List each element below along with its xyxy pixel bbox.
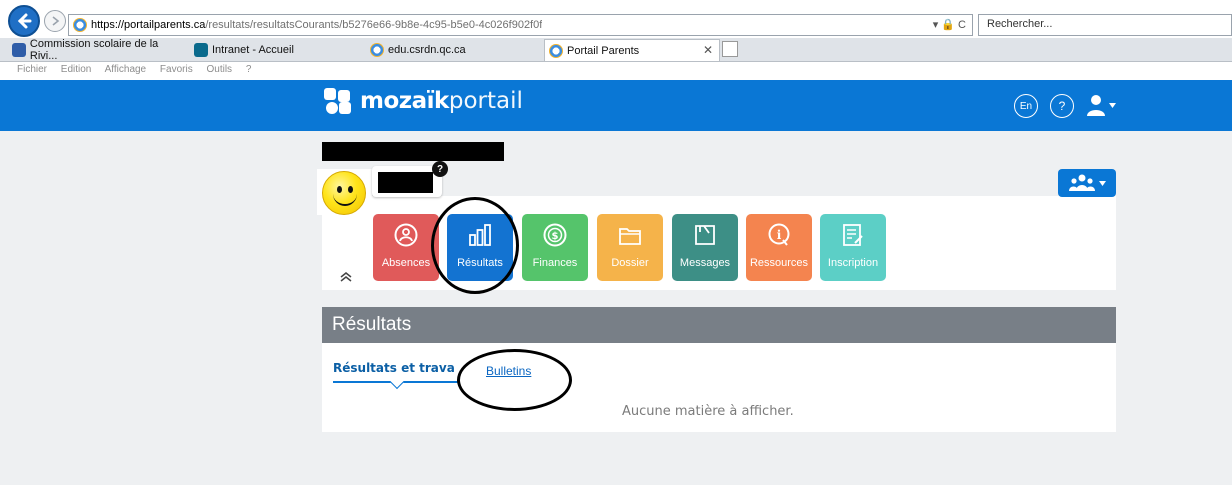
tile-label: Messages [679,257,731,269]
section-title: Résultats [322,307,1116,343]
tab-edu-csrdn[interactable]: edu.csrdn.qc.ca [366,39,542,61]
address-bar[interactable]: https://portailparents.ca/resultats/resu… [68,14,973,36]
ie-icon [73,18,87,32]
tab-portail-parents[interactable]: Portail Parents ✕ [544,39,720,61]
ie-icon [549,43,563,58]
tile-dossier[interactable]: Dossier [597,214,663,281]
help-button[interactable]: ? [1050,94,1074,118]
menu-help[interactable]: ? [246,64,252,75]
arrow-right-icon [52,16,60,26]
mozaik-logo-icon [324,88,352,114]
user-menu-button[interactable] [1086,94,1116,116]
ie-icon [370,43,384,57]
annotation-circle-resultats [431,197,519,294]
caret-down-icon [1109,102,1116,108]
url-text: https://portailparents.ca/resultats/resu… [91,19,543,31]
family-switch-button[interactable] [1058,169,1116,197]
student-help-badge[interactable]: ? [432,161,448,177]
resources-icon: i [767,223,791,247]
arrow-left-icon [17,13,32,29]
user-icon [1087,95,1105,116]
tile-label: Absences [381,257,431,269]
collapse-tiles-icon[interactable] [340,272,352,285]
menu-favoris[interactable]: Favoris [160,64,193,75]
menu-edition[interactable]: Edition [61,64,92,75]
tab-intranet[interactable]: Intranet - Accueil [190,39,360,61]
tile-absences[interactable]: Absences [373,214,439,281]
tab-commission-scolaire[interactable]: Commission scolaire de la Rivi... [8,38,188,62]
tab-label: Commission scolaire de la Rivi... [29,38,159,62]
student-avatar[interactable] [322,171,366,215]
logo-text-bold: mozaïk [360,88,449,114]
message-icon [693,223,717,247]
forward-button[interactable] [44,10,66,32]
mozaik-logo[interactable]: mozaïk portail [324,88,523,114]
annotation-circle-bulletins [457,349,572,411]
tab-label: edu.csrdn.qc.ca [388,44,466,56]
caret-down-icon [1098,180,1106,186]
tab-label: Intranet - Accueil [212,44,294,56]
tile-messages[interactable]: Messages [672,214,738,281]
url-controls[interactable]: ▾ 🔒 C [933,18,966,31]
tile-label: Inscription [827,257,879,269]
svg-text:i: i [777,228,782,242]
logo-text-light: portail [448,88,523,114]
sharepoint-icon [194,43,208,57]
avatar-mouth [333,192,357,206]
portal-header: mozaïk portail En ? [0,80,1232,131]
browser-tabs: Commission scolaire de la Rivi... Intran… [0,38,1232,62]
student-name-redacted [378,172,433,193]
new-tab-button[interactable] [722,41,738,57]
svg-text:$: $ [552,231,559,242]
parent-name-redacted [322,142,504,161]
close-tab-icon[interactable]: ✕ [703,43,713,57]
dollar-icon: $ [543,223,567,247]
folder-icon [618,223,642,247]
search-input[interactable]: Rechercher... [978,14,1232,36]
back-button[interactable] [8,5,40,37]
menu-affichage[interactable]: Affichage [105,64,147,75]
tile-finances[interactable]: $ Finances [522,214,588,281]
csrdn-favicon [12,43,26,57]
empty-state-message: Aucune matière à afficher. [622,404,794,419]
menu-fichier[interactable]: Fichier [17,64,47,75]
tab-label: Portail Parents [567,44,640,57]
language-button[interactable]: En [1014,94,1038,118]
subtab-resultats-travaux[interactable]: Résultats et travaux [333,361,455,375]
menu-outils[interactable]: Outils [206,64,232,75]
tile-ressources[interactable]: i Ressources [746,214,812,281]
absences-icon [394,223,418,247]
tile-label: Finances [532,257,578,269]
tile-label: Ressources [749,257,809,269]
menu-bar: Fichier Edition Affichage Favoris Outils… [0,62,1232,80]
tile-label: Dossier [611,257,649,269]
form-icon [841,223,865,247]
browser-address-row: https://portailparents.ca/resultats/resu… [0,0,1232,38]
family-icon [1068,174,1095,191]
tile-inscription[interactable]: Inscription [820,214,886,281]
